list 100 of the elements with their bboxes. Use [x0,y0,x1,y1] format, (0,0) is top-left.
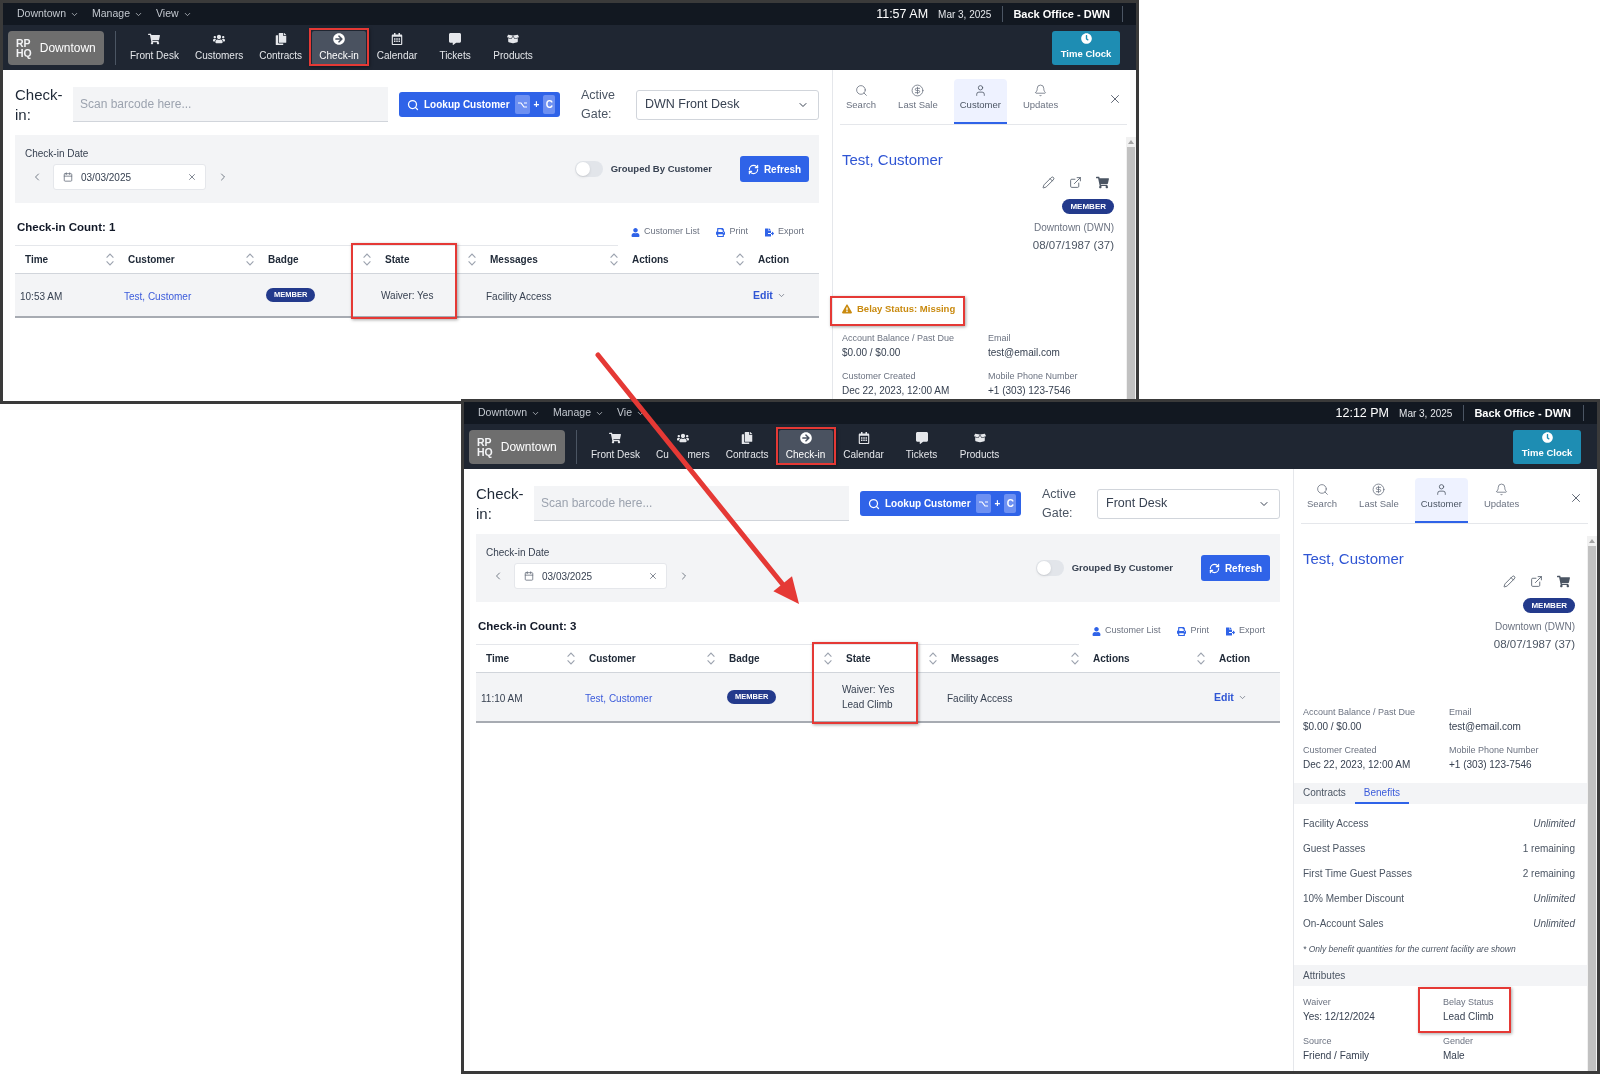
column-header[interactable]: State [836,645,941,672]
nav-tab[interactable]: Products [486,30,541,65]
nav-tab[interactable]: Front Desk [124,30,185,65]
benefit-name: Guest Passes [1303,842,1366,856]
sort-icon[interactable] [610,253,618,266]
close-icon[interactable] [1108,92,1122,106]
sort-icon[interactable] [363,253,371,266]
menu-item[interactable]: Manage [92,6,143,22]
sort-icon[interactable] [736,253,744,266]
caret-up-icon[interactable] [1589,539,1595,543]
column-header[interactable]: Messages [480,246,622,273]
panel-tab[interactable]: Last Sale [892,79,944,124]
toolbar-link[interactable]: Customer List [630,225,700,239]
barcode-field[interactable]: Scan barcode here... [534,486,849,521]
nav-tab[interactable]: Contracts [253,30,309,65]
edit-button[interactable]: Edit [753,287,786,303]
panel-tab[interactable]: Customer [1414,478,1468,523]
nav-tab[interactable]: Customers [188,30,250,65]
sort-icon[interactable] [824,652,832,665]
section-tab[interactable]: Contracts [1294,783,1355,804]
nav-tab[interactable]: Products [952,429,1007,464]
customer-name[interactable]: Test, Customer [1303,550,1404,568]
nav-tab[interactable]: Calendar [370,30,425,65]
nav-tab[interactable]: Check-in [778,429,833,464]
nav-tab[interactable]: Calendar [836,429,891,464]
clear-icon[interactable] [187,172,197,182]
panel-tab[interactable]: Search [840,79,883,124]
menu-item[interactable]: Vie [617,405,645,421]
logo: RP HQ [477,436,493,457]
menu-item[interactable]: Downtown [478,405,541,421]
check-in-count: Check-in Count: 3 [478,618,577,634]
scrollbar-thumb[interactable] [1588,546,1596,1071]
panel-tab[interactable]: Updates [1016,79,1065,124]
sort-icon[interactable] [106,253,114,266]
lookup-customer-button[interactable]: Lookup Customer + C [860,491,1021,516]
external-link-icon[interactable] [1069,176,1082,189]
column-header[interactable]: Actions [622,246,748,273]
customer-name[interactable]: Test, Customer [842,151,943,169]
sort-icon[interactable] [707,652,715,665]
column-header[interactable]: Time [15,246,118,273]
column-header[interactable]: State [375,246,480,273]
gate-select[interactable]: Front Desk [1097,488,1280,519]
panel-tab[interactable]: Search [1301,478,1344,523]
menu-item[interactable]: Downtown [17,6,80,22]
toolbar-link[interactable]: Print [716,225,748,239]
edit-button[interactable]: Edit [1214,689,1247,705]
nav-tab[interactable]: Check-in [312,30,367,65]
time-clock-button[interactable]: Time Clock [1513,429,1581,464]
nav-tab[interactable]: Cu mers [649,429,716,464]
panel-tab[interactable]: Customer [953,79,1007,124]
nav-tab[interactable]: Contracts [719,429,775,464]
bell-icon [1034,84,1048,97]
customer-link[interactable]: Test, Customer [585,693,653,704]
sort-icon[interactable] [246,253,254,266]
toggle-switch[interactable] [574,161,603,177]
caret-up-icon[interactable] [1128,140,1134,144]
date-field[interactable]: 03/03/2025 [53,164,206,190]
gate-select[interactable]: DWN Front Desk [636,89,819,120]
date-field[interactable]: 03/03/2025 [514,563,667,589]
customer-link[interactable]: Test, Customer [124,291,192,302]
external-link-icon[interactable] [1530,575,1543,588]
column-header[interactable]: Messages [941,645,1083,672]
column-header[interactable]: Time [476,645,579,672]
cart-icon[interactable] [1096,176,1109,189]
toggle-switch[interactable] [1035,560,1064,576]
column-header[interactable]: Customer [579,645,719,672]
clear-icon[interactable] [648,571,658,581]
cart-icon[interactable] [1557,575,1570,588]
sort-icon[interactable] [468,253,476,266]
refresh-button[interactable]: Refresh [1201,555,1270,581]
toolbar-link[interactable]: Print [1177,624,1209,638]
time-clock-button[interactable]: Time Clock [1052,30,1120,65]
refresh-button[interactable]: Refresh [740,156,809,182]
nav-tab[interactable]: Front Desk [585,429,646,464]
detail-value: +1 (303) 123-7546 [1449,758,1532,772]
lookup-customer-button[interactable]: Lookup Customer + C [399,92,560,117]
scrollbar-thumb[interactable] [1127,147,1135,401]
nav-tab[interactable]: Tickets [894,429,949,464]
panel-tab[interactable]: Updates [1477,478,1526,523]
toolbar-link[interactable]: Customer List [1091,624,1161,638]
column-header[interactable]: Actions [1083,645,1209,672]
sort-icon[interactable] [1197,652,1205,665]
sort-icon[interactable] [567,652,575,665]
pencil-icon[interactable] [1503,575,1516,588]
dollar-icon [911,84,925,97]
column-header[interactable]: Badge [258,246,375,273]
toolbar-link[interactable]: Export [1226,624,1265,638]
section-tab[interactable]: Benefits [1354,783,1409,804]
barcode-field[interactable]: Scan barcode here... [73,87,388,122]
sort-icon[interactable] [1071,652,1079,665]
close-icon[interactable] [1569,491,1583,505]
menu-item[interactable]: View [156,6,192,22]
panel-tab[interactable]: Last Sale [1353,478,1405,523]
sort-icon[interactable] [929,652,937,665]
menu-item[interactable]: Manage [553,405,604,421]
toolbar-link[interactable]: Export [765,225,804,239]
column-header[interactable]: Customer [118,246,258,273]
nav-tab[interactable]: Tickets [428,30,483,65]
pencil-icon[interactable] [1042,176,1055,189]
column-header[interactable]: Badge [719,645,836,672]
